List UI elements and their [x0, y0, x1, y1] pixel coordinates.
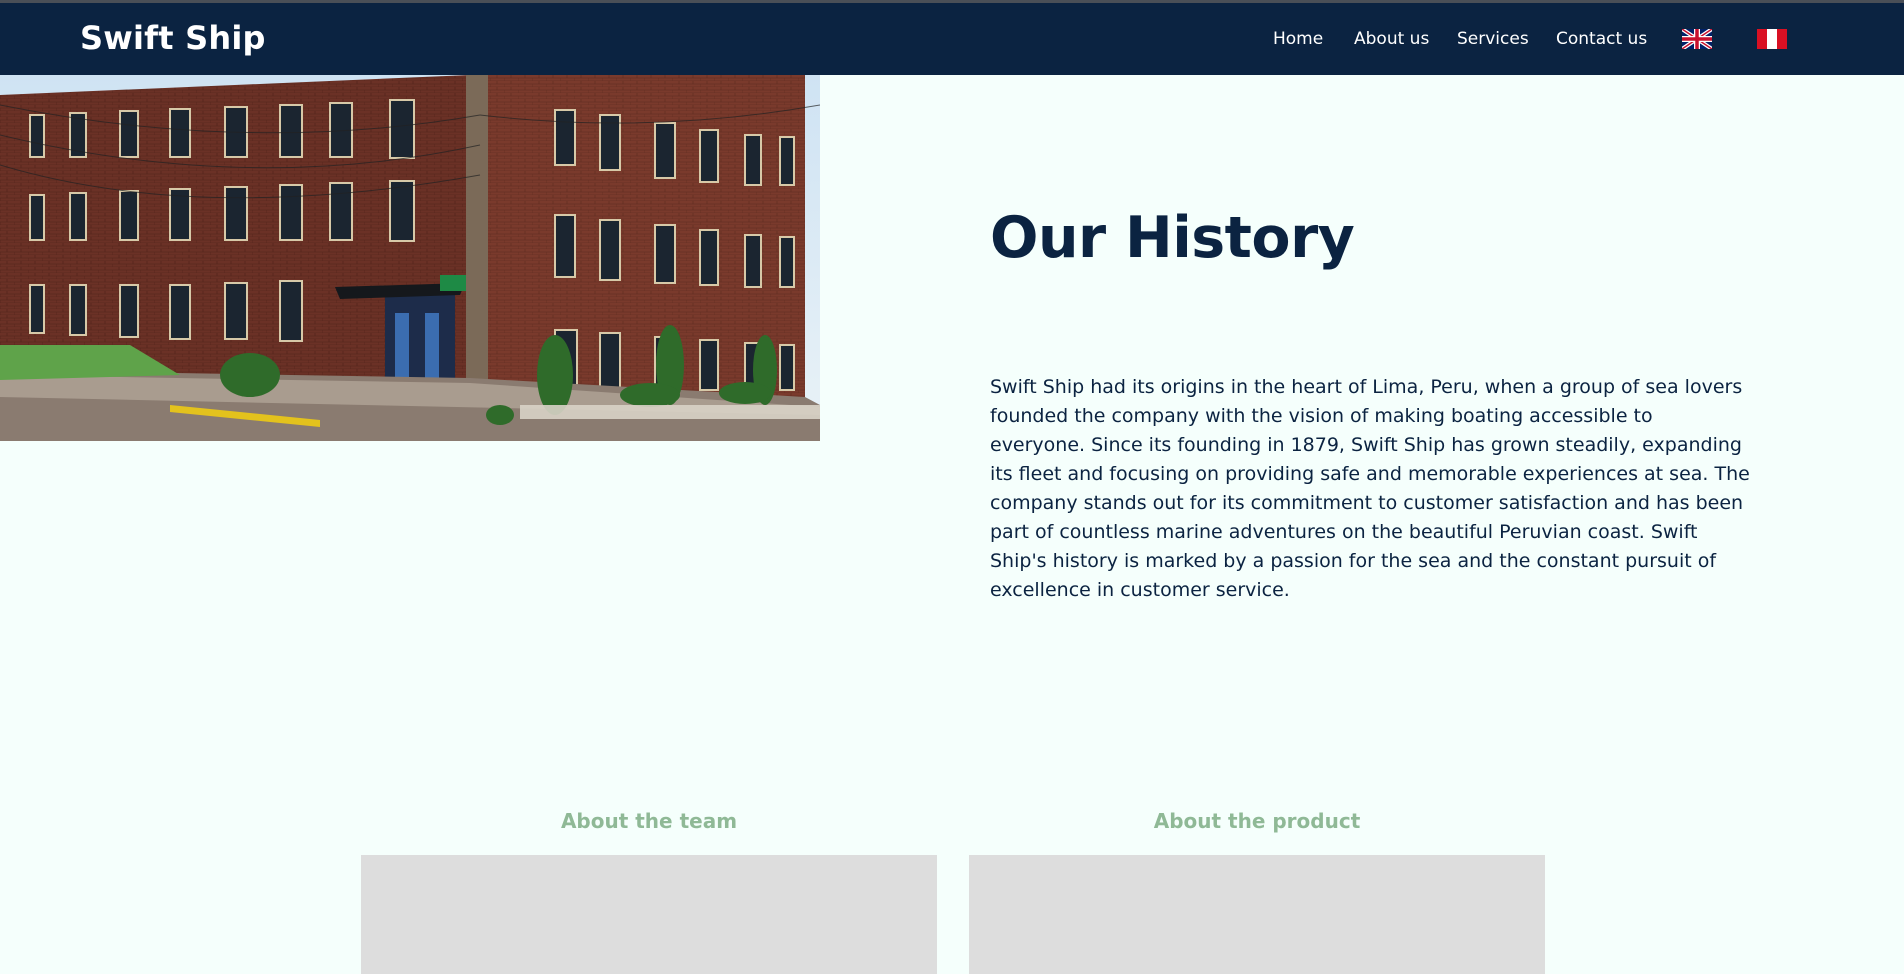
brand-logo[interactable]: Swift Ship: [80, 19, 266, 57]
nav-link-services[interactable]: Services: [1457, 29, 1529, 49]
history-paragraph: Swift Ship had its origins in the heart …: [990, 376, 1750, 601]
building-photo: [0, 75, 820, 441]
card-title-product: About the product: [1153, 809, 1361, 833]
uk-flag-icon[interactable]: [1682, 29, 1712, 49]
peru-flag-icon[interactable]: [1757, 29, 1787, 49]
navbar: Swift Ship Home About us Services Contac…: [0, 0, 1904, 75]
nav-link-home[interactable]: Home: [1273, 29, 1323, 49]
card-image-team[interactable]: [361, 855, 937, 974]
history-title: Our History: [990, 205, 1355, 271]
card-title-team: About the team: [560, 809, 738, 833]
nav-link-about-us[interactable]: About us: [1354, 29, 1429, 49]
nav-link-contact-us[interactable]: Contact us: [1556, 29, 1647, 49]
card-image-product[interactable]: [969, 855, 1545, 974]
